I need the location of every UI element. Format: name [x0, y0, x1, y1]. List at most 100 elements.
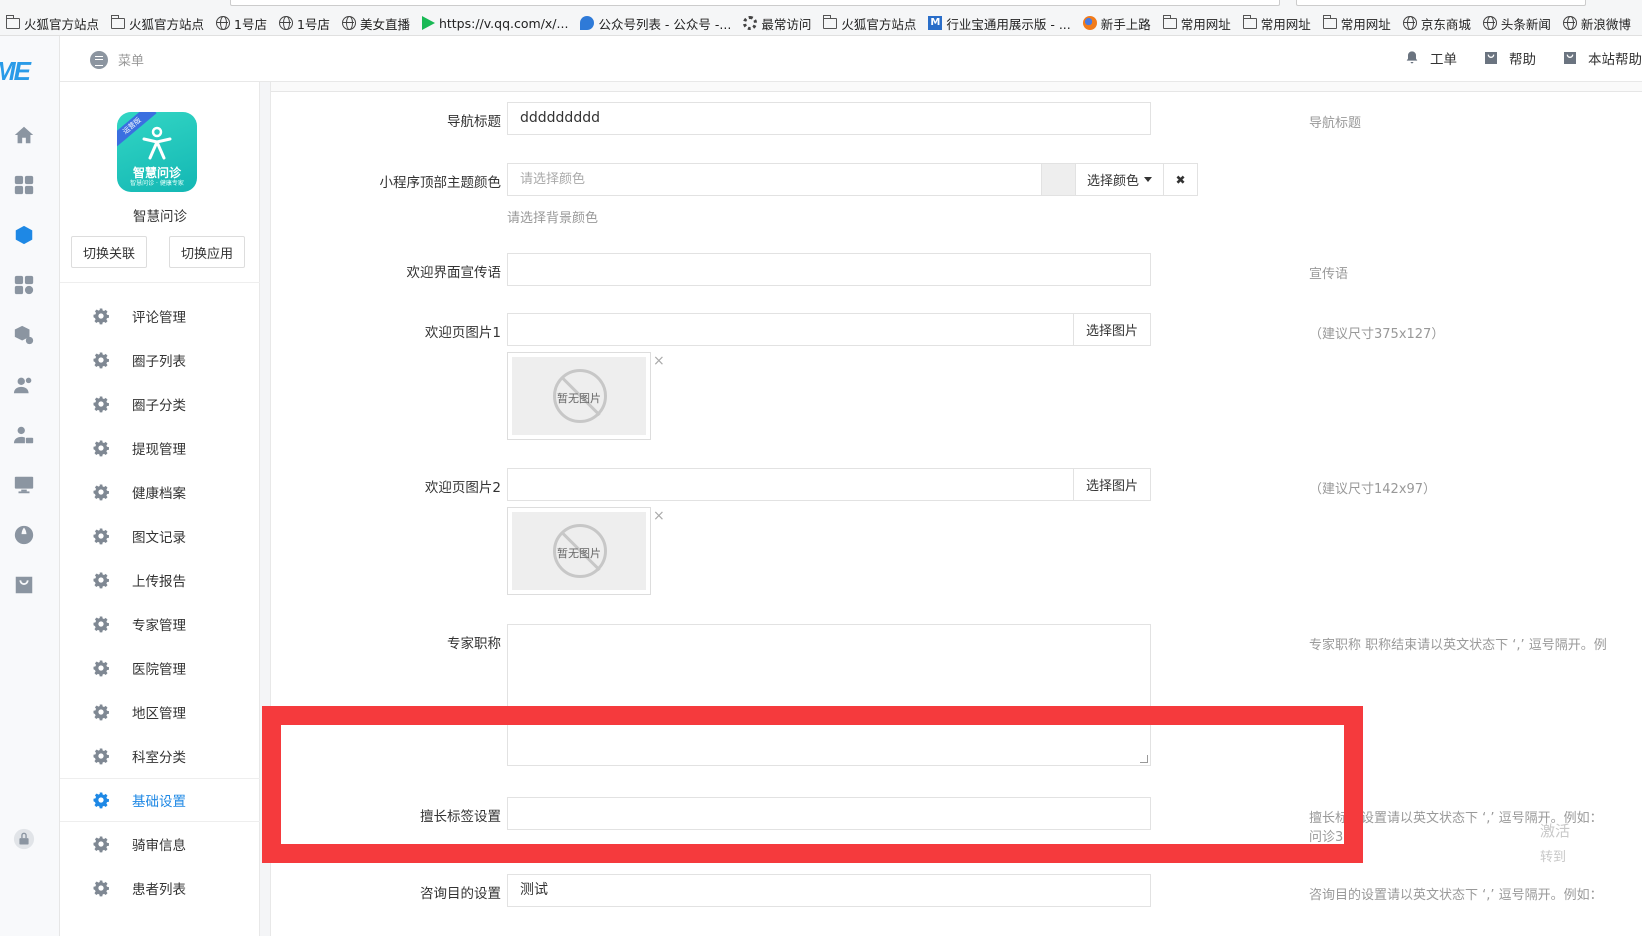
gear-icon [92, 747, 110, 765]
dashboard-icon[interactable] [13, 174, 35, 196]
gear-icon [92, 439, 110, 457]
gear-icon [92, 879, 110, 897]
bookmark-item[interactable]: 美女直播 [336, 12, 416, 34]
nav-title-input[interactable]: ddddddddd [507, 102, 1151, 135]
bookmark-label: 火狐官方站点 [129, 16, 205, 32]
sidebar-item-6[interactable]: 上传报告 [60, 558, 260, 602]
bookmark-item[interactable]: 京东商城 [1397, 12, 1477, 34]
sidebar-item-label: 圈子列表 [132, 354, 186, 370]
gear-icon [92, 615, 110, 633]
field-label: 专家职称 [447, 636, 501, 652]
icon-rail: ME [0, 36, 60, 936]
bookmark-item[interactable]: 常用网址 [1317, 12, 1397, 34]
bookmark-label: 头条新闻 [1500, 16, 1551, 32]
sidebar-item-label: 患者列表 [132, 882, 186, 898]
pick-color-button[interactable]: 选择颜色 [1075, 163, 1164, 196]
shop-bag-icon[interactable] [13, 574, 35, 596]
sidebar-item-label: 医院管理 [132, 662, 186, 678]
image-1-preview: 暂无图片 [507, 352, 651, 440]
cube-icon[interactable] [13, 224, 35, 246]
color-swatch[interactable] [1042, 163, 1075, 196]
expert-title-textarea[interactable] [507, 624, 1151, 766]
menu-toggle-button[interactable]: 菜单 [90, 50, 144, 69]
header-link-ticket[interactable]: 工单 [1404, 48, 1457, 68]
sidebar-item-5[interactable]: 图文记录 [60, 514, 260, 558]
sidebar-item-1[interactable]: 圈子列表 [60, 338, 260, 382]
bookmark-item[interactable]: 新浪微博 [1557, 12, 1637, 34]
globe-icon[interactable] [13, 524, 35, 546]
bookmark-item[interactable]: 火狐官方站点 [0, 12, 105, 34]
sidebar-item-0[interactable]: 评论管理 [60, 294, 260, 338]
header-link-site-help[interactable]: 本站帮助 [1562, 48, 1642, 68]
apps-settings-icon[interactable] [13, 274, 35, 296]
welcome-slogan-input[interactable] [507, 253, 1151, 286]
clear-color-button[interactable]: ✖ [1163, 163, 1198, 196]
sidebar-item-2[interactable]: 圈子分类 [60, 382, 260, 426]
theme-color-input[interactable]: 请选择颜色 [507, 163, 1042, 196]
bookmark-label: 行业宝通用展示版 - ... [946, 16, 1071, 32]
sidebar-item-10[interactable]: 科室分类 [60, 734, 260, 778]
resize-grip-icon[interactable] [1140, 755, 1148, 763]
switch-link-button[interactable]: 切换关联 [71, 236, 148, 268]
switch-app-button[interactable]: 切换应用 [169, 236, 246, 268]
bookmark-label: 京东商城 [1420, 16, 1471, 32]
gear-icon [92, 395, 110, 413]
field-help: 导航标题 [1309, 116, 1362, 131]
lock-icon[interactable] [13, 828, 35, 850]
sidebar-item-7[interactable]: 专家管理 [60, 602, 260, 646]
sidebar-item-9[interactable]: 地区管理 [60, 690, 260, 734]
pick-image-2-button[interactable]: 选择图片 [1073, 468, 1151, 501]
field-help-continued: 问诊3 [1309, 830, 1344, 845]
skill-tags-input[interactable] [507, 797, 1151, 830]
sidebar-item-label: 科室分类 [132, 750, 186, 766]
bag-icon [1485, 52, 1497, 64]
sidebar-item-4[interactable]: 健康档案 [60, 470, 260, 514]
gear-icon [92, 571, 110, 589]
header-link-help[interactable]: 帮助 [1483, 48, 1536, 68]
caret-down-icon [1144, 177, 1152, 182]
sidebar-item-11[interactable]: 基础设置 [60, 778, 260, 822]
bookmark-item[interactable]: 常用网址 [1237, 12, 1317, 34]
welcome-image-2-input[interactable] [507, 468, 1074, 501]
pick-color-label: 选择颜色 [1086, 174, 1139, 189]
bookmark-list: 火狐官方站点 火狐官方站点 1号店 1号店 美女直播 https://v.qq.com/x… [0, 12, 1637, 34]
consult-purpose-input[interactable]: 测试 [507, 874, 1151, 907]
brand-logo[interactable]: ME [0, 56, 60, 92]
sidebar: 运营版 智慧问诊 智慧问诊 · 健康专家 智慧问诊 切换关联 切换应用 评论管理… [60, 82, 260, 936]
pick-image-1-button[interactable]: 选择图片 [1073, 313, 1151, 346]
remove-image-1-icon[interactable]: × [653, 353, 665, 369]
bookmark-item[interactable]: 最常访问 [737, 12, 817, 34]
bookmark-item[interactable]: 火狐官方站点 [817, 12, 922, 34]
sidebar-item-8[interactable]: 医院管理 [60, 646, 260, 690]
settings-form: 导航标题 ddddddddd 导航标题 小程序顶部主题颜色 请选择颜色 选择颜色… [270, 82, 1642, 936]
globe-icon [216, 16, 231, 30]
remove-image-2-icon[interactable]: × [653, 508, 665, 524]
bookmark-item[interactable]: 1号店 [273, 12, 336, 34]
bookmark-item[interactable]: 公众号列表 - 公众号 -... [574, 12, 737, 34]
sidebar-item-13[interactable]: 患者列表 [60, 866, 260, 910]
sidebar-item-3[interactable]: 提现管理 [60, 426, 260, 470]
sidebar-item-12[interactable]: 骑审信息 [60, 822, 260, 866]
package-settings-icon[interactable] [13, 324, 35, 346]
field-label: 咨询目的设置 [420, 886, 501, 902]
welcome-image-1-input[interactable] [507, 313, 1074, 346]
bookmark-item[interactable]: 火狐官方站点 [105, 12, 210, 34]
bookmark-item[interactable]: 头条新闻 [1477, 12, 1557, 34]
bookmark-item[interactable]: M 行业宝通用展示版 - ... [922, 12, 1076, 34]
home-icon[interactable] [13, 124, 35, 146]
sidebar-item-label: 专家管理 [132, 618, 186, 634]
field-label: 欢迎页图片2 [424, 480, 501, 496]
users-icon[interactable] [13, 374, 35, 396]
address-bar[interactable] [230, 0, 1280, 6]
menu-label: 菜单 [118, 54, 145, 69]
browser-search-box[interactable] [1296, 0, 1586, 6]
bookmark-item[interactable]: 1号店 [210, 12, 273, 34]
monitor-icon[interactable] [13, 474, 35, 496]
bookmark-item[interactable]: 常用网址 [1157, 12, 1237, 34]
bookmark-label: 1号店 [234, 16, 267, 32]
bookmark-label: 常用网址 [1260, 16, 1311, 32]
bookmark-item[interactable]: https://v.qq.com/x/... [416, 12, 575, 34]
user-lock-icon[interactable] [13, 424, 35, 446]
bookmark-item[interactable]: 新手上路 [1077, 12, 1157, 34]
app-logo-subcaption: 智慧问诊 · 健康专家 [130, 180, 184, 187]
